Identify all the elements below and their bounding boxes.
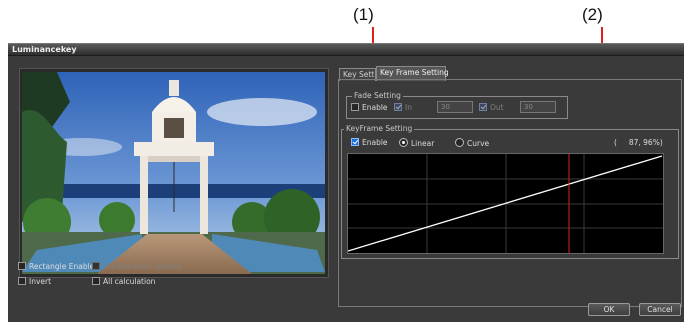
keyframe-graph[interactable]	[347, 153, 664, 254]
outside-rect-enable-label: Outside Rect. Enable	[103, 262, 182, 271]
callout-2: (2)	[582, 5, 603, 24]
linear-radio[interactable]	[399, 138, 408, 147]
keyframe-graph-canvas	[347, 154, 663, 253]
fade-enable-checkbox[interactable]	[351, 103, 359, 111]
fade-out-option[interactable]: Out	[479, 103, 504, 112]
fade-out-checkbox[interactable]	[479, 103, 487, 111]
fade-out-input[interactable]: 30	[520, 101, 556, 113]
linear-label: Linear	[411, 139, 435, 148]
fade-setting-title: Fade Setting	[352, 91, 403, 100]
fade-out-label: Out	[490, 103, 504, 112]
rectangle-enable-label: Rectangle Enable	[29, 262, 95, 271]
window-title: Luminancekey	[12, 45, 77, 54]
outside-rect-enable-option[interactable]: Outside Rect. Enable	[92, 262, 181, 271]
luminancekey-dialog: Luminancekey Rectangle Enable Outside Re…	[8, 43, 684, 322]
fade-enable-option[interactable]: Enable	[351, 103, 388, 112]
curve-radio[interactable]	[455, 138, 464, 147]
all-calculation-option[interactable]: All calculation	[92, 277, 155, 286]
linear-option[interactable]: Linear	[399, 138, 434, 148]
keyframe-position-readout: ( 87, 96%)	[614, 138, 663, 147]
invert-checkbox[interactable]	[18, 277, 26, 285]
keyframe-enable-checkbox[interactable]	[351, 138, 359, 146]
outside-rect-enable-checkbox[interactable]	[92, 262, 100, 270]
fade-enable-label: Enable	[362, 103, 388, 112]
title-bar[interactable]: Luminancekey	[8, 44, 684, 56]
preview-image	[22, 72, 325, 274]
cancel-button[interactable]: Cancel	[639, 303, 681, 316]
all-calculation-checkbox[interactable]	[92, 277, 100, 285]
fade-in-option[interactable]: In	[394, 103, 412, 112]
curve-option[interactable]: Curve	[455, 138, 489, 148]
ok-button[interactable]: OK	[588, 303, 630, 316]
rectangle-enable-option[interactable]: Rectangle Enable	[18, 262, 94, 271]
invert-label: Invert	[29, 277, 52, 286]
keyframe-enable-option[interactable]: Enable	[351, 138, 388, 147]
fade-in-input[interactable]: 30	[437, 101, 473, 113]
keyframe-enable-label: Enable	[362, 138, 388, 147]
fade-in-checkbox[interactable]	[394, 103, 402, 111]
invert-option[interactable]: Invert	[18, 277, 51, 286]
all-calculation-label: All calculation	[103, 277, 156, 286]
rectangle-enable-checkbox[interactable]	[18, 262, 26, 270]
fade-in-label: In	[405, 103, 412, 112]
curve-label: Curve	[467, 139, 490, 148]
keyframe-setting-title: KeyFrame Setting	[344, 124, 415, 133]
callout-1: (1)	[353, 5, 374, 24]
